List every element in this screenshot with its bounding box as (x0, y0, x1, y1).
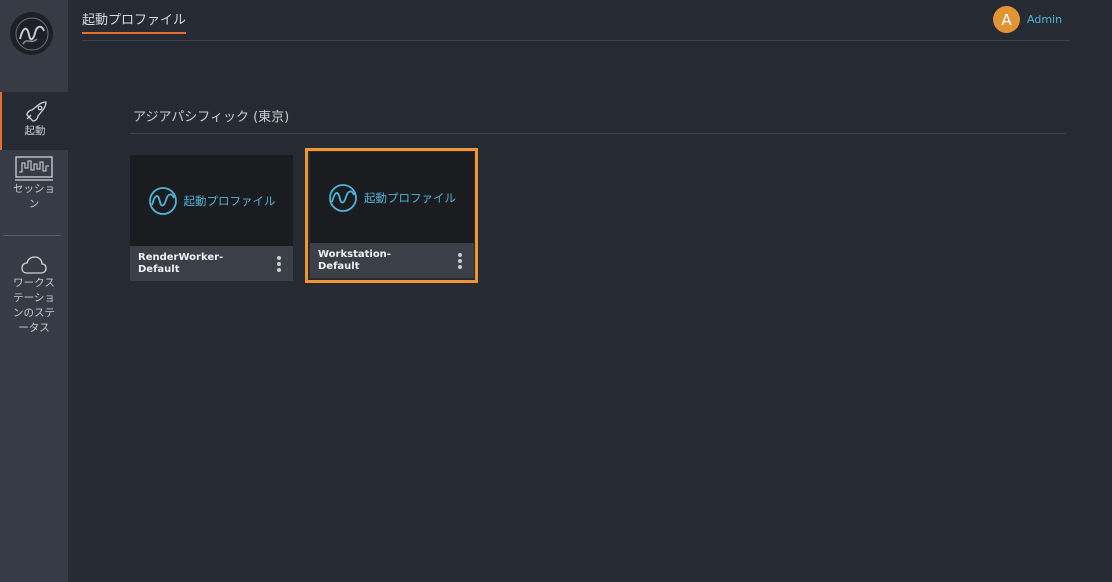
region-title: アジアパシフィック (東京) (133, 110, 290, 125)
page-title: 起動プロファイル (82, 9, 187, 34)
profile-name: RenderWorker-Default (138, 251, 224, 275)
profile-thumbnail-label: 起動プロファイル (183, 193, 276, 208)
cloud-icon (21, 256, 47, 274)
profile-card-renderworker[interactable]: 起動プロファイル RenderWorker-Default (130, 155, 293, 281)
profile-thumbnail-label: 起動プロファイル (364, 190, 456, 205)
region-divider (130, 133, 1066, 134)
profile-thumbnail: 起動プロファイル (310, 152, 474, 243)
rocket-icon (26, 101, 47, 122)
sidebar-item-label: 起動 (24, 125, 46, 137)
sidebar-divider (3, 235, 61, 236)
user-menu[interactable]: A Admin (993, 6, 1062, 33)
more-options-icon[interactable] (273, 254, 285, 274)
profile-thumbnail: 起動プロファイル (130, 155, 293, 246)
sidebar-item-launch[interactable]: 起動 (0, 92, 68, 150)
app-logo[interactable] (10, 12, 53, 55)
avatar: A (993, 6, 1020, 33)
sidebar-item-label: セッション (13, 183, 55, 210)
profile-logo-icon (148, 186, 177, 215)
profile-name: Workstation-Default (318, 248, 391, 272)
profile-card-footer: RenderWorker-Default (130, 246, 293, 281)
profile-card-workstation[interactable]: 起動プロファイル Workstation-Default (310, 152, 474, 278)
sidebar-item-sessions[interactable]: セッション (0, 154, 68, 224)
user-name: Admin (1027, 13, 1063, 26)
logo-icon (15, 17, 48, 50)
session-monitor-icon (15, 156, 53, 181)
profile-logo-icon (329, 183, 357, 212)
header-divider (82, 40, 1070, 41)
sidebar-item-workstation-status[interactable]: ワークステーションのステータス (0, 254, 68, 354)
more-options-icon[interactable] (454, 251, 466, 271)
profile-card-footer: Workstation-Default (310, 243, 474, 278)
sidebar-item-label: ワークステーションのステータス (13, 277, 55, 334)
sidebar: 起動 セッション ワークステーションのステータス (0, 0, 68, 582)
